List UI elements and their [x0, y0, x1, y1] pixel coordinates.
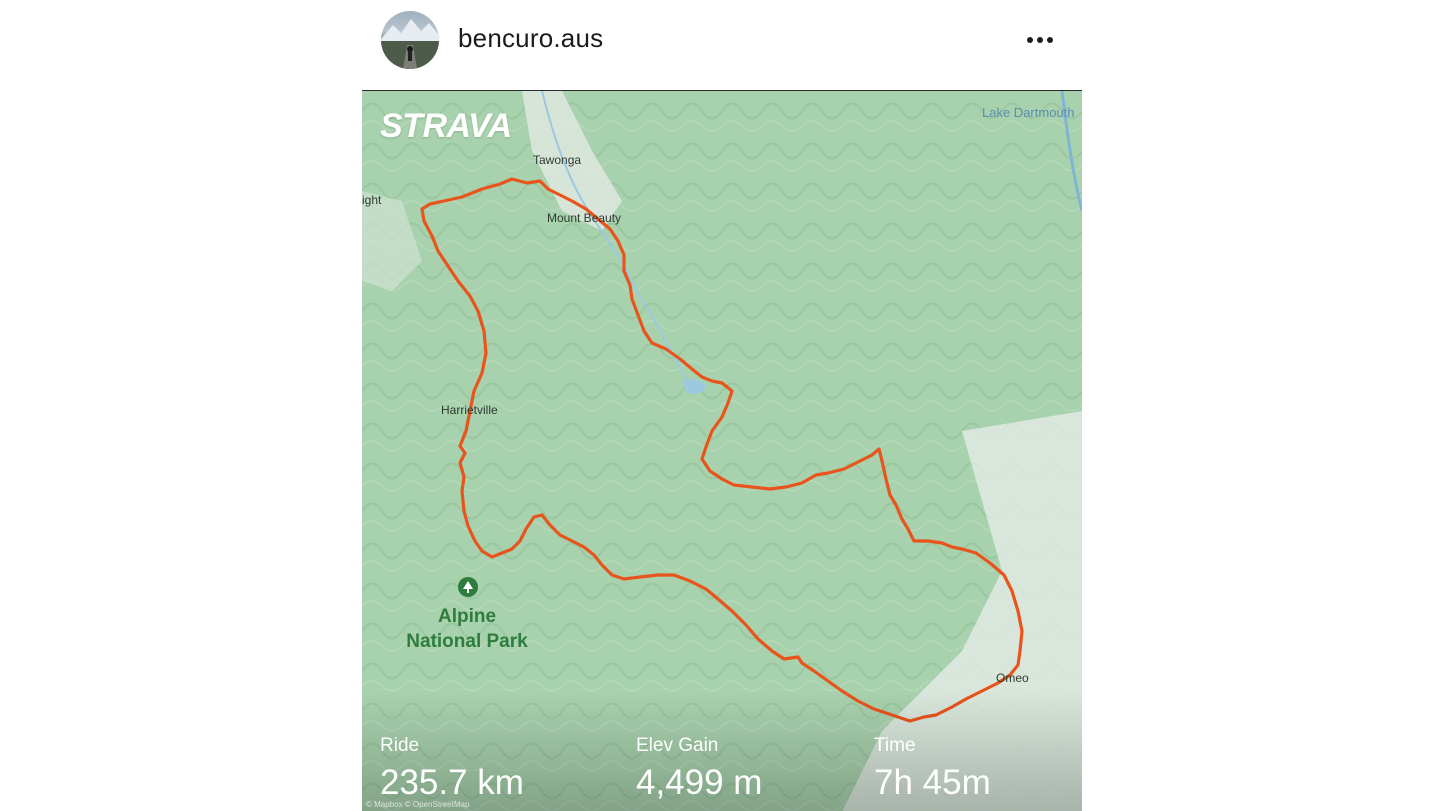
username[interactable]: bencuro.aus [458, 23, 603, 54]
place-label-harrietville: Harrietville [441, 403, 498, 417]
activity-map[interactable]: STRAVA Lake Dartmouth Tawonga Mount Beau… [362, 90, 1082, 811]
more-horizontal-icon[interactable] [1022, 24, 1058, 56]
stat-ride-value: 235.7 km [380, 763, 524, 802]
stat-elev-value: 4,499 m [636, 763, 763, 802]
stat-time-value: 7h 45m [874, 763, 991, 802]
stat-time: Time 7h 45m [874, 735, 991, 803]
place-label-bright: ight [362, 193, 382, 207]
park-label: Alpine National Park [402, 604, 532, 654]
tree-icon [458, 577, 478, 597]
strava-logo: STRAVA [380, 107, 512, 145]
stat-ride: Ride 235.7 km [380, 735, 524, 803]
avatar[interactable] [381, 11, 439, 69]
stat-elev-label: Elev Gain [636, 735, 719, 756]
place-label-omeo: Omeo [996, 671, 1029, 685]
park-label-line2: National Park [406, 631, 528, 652]
avatar-photo [381, 19, 439, 69]
stat-time-label: Time [874, 735, 916, 756]
place-label-lake: Lake Dartmouth [982, 105, 1075, 120]
place-label-mount-beauty: Mount Beauty [547, 211, 622, 225]
post-header: bencuro.aus [362, 0, 1082, 88]
map-attribution[interactable]: © Mapbox © OpenStreetMap [366, 800, 469, 809]
stat-ride-label: Ride [380, 735, 420, 756]
place-label-tawonga: Tawonga [533, 153, 582, 167]
stat-elev-gain: Elev Gain 4,499 m [636, 735, 762, 803]
park-label-line1: Alpine [437, 606, 497, 627]
